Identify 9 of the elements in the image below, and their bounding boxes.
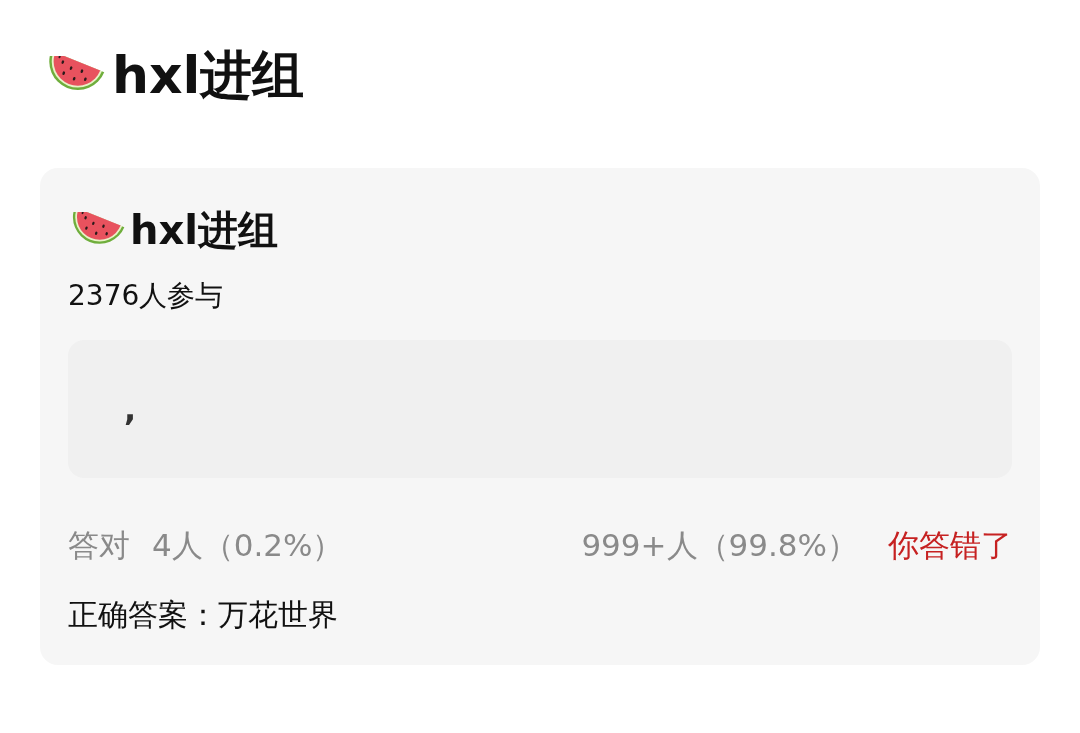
wrong-count: 999+人（99.8%） [581,526,858,565]
correct-count: 4人（0.2%） [152,526,344,565]
correct-answer: 正确答案：万花世界 [68,596,339,634]
correct-label: 答对 [68,526,130,565]
verdict-text: 你答错了 [888,526,1012,565]
participant-count: 2376人参与 [68,278,225,314]
page-title: hxl进组 [112,45,305,105]
answer-box: , [68,340,1012,478]
quiz-title: hxl进组 [130,206,278,255]
